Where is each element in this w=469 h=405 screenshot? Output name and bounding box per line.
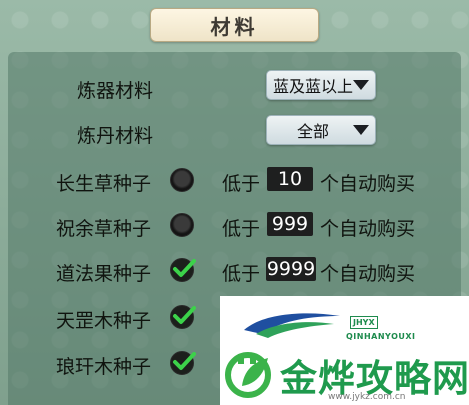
- alchemy-material-dropdown[interactable]: 全部: [266, 115, 376, 145]
- checkmark-icon: [173, 352, 196, 370]
- watermark-brand-box: JHYX: [350, 316, 378, 329]
- chevron-down-icon: [353, 125, 369, 135]
- threshold-input-zhuyu[interactable]: 999: [267, 212, 313, 236]
- threshold-prefix: 低于: [222, 173, 261, 195]
- alchemy-material-selected: 全部: [297, 122, 330, 141]
- threshold-suffix: 个自动购买: [320, 263, 416, 285]
- seed-label-daofa: 道法果种子: [56, 263, 152, 285]
- dialog-title: 材料: [210, 14, 259, 39]
- threshold-suffix: 个自动购买: [320, 218, 416, 240]
- forge-material-selected: 蓝及蓝以上: [273, 77, 354, 96]
- checkmark-icon: [173, 259, 196, 277]
- dialog-title-plate: 材料: [150, 8, 319, 42]
- forge-material-dropdown[interactable]: 蓝及蓝以上: [266, 70, 376, 100]
- seed-label-tiangang: 天罡木种子: [56, 310, 152, 332]
- watermark-overlay: JHYX QINHANYOUXI 金烨攻略网 www.jykz.com.cn: [220, 296, 469, 405]
- seed-label-zhuyu: 祝余草种子: [56, 218, 152, 240]
- watermark-brand-box-text: JHYX: [350, 316, 378, 329]
- seed-label-langgan: 琅玕木种子: [56, 356, 152, 378]
- leaf-plug-icon: [225, 352, 271, 398]
- watermark-brand-en: QINHANYOUXI: [346, 332, 416, 341]
- watermark-swoosh-logo: [244, 313, 340, 338]
- watermark-url: www.jykz.com.cn: [328, 392, 406, 402]
- forge-material-label: 炼器材料: [77, 80, 154, 102]
- seed-toggle-daofa[interactable]: [170, 258, 196, 282]
- alchemy-material-label: 炼丹材料: [77, 125, 154, 147]
- chevron-down-icon: [353, 80, 369, 90]
- seed-toggle-tiangang[interactable]: [170, 305, 196, 329]
- threshold-prefix: 低于: [222, 218, 261, 240]
- threshold-input-changsheng[interactable]: 10: [267, 167, 313, 191]
- seed-label-changsheng: 长生草种子: [56, 173, 152, 195]
- threshold-input-daofa[interactable]: 9999: [266, 257, 316, 281]
- threshold-prefix: 低于: [222, 263, 261, 285]
- checkmark-icon: [173, 306, 196, 324]
- threshold-suffix: 个自动购买: [320, 173, 416, 195]
- seed-toggle-zhuyu[interactable]: [170, 213, 194, 237]
- seed-toggle-changsheng[interactable]: [170, 168, 194, 192]
- seed-toggle-langgan[interactable]: [170, 351, 196, 375]
